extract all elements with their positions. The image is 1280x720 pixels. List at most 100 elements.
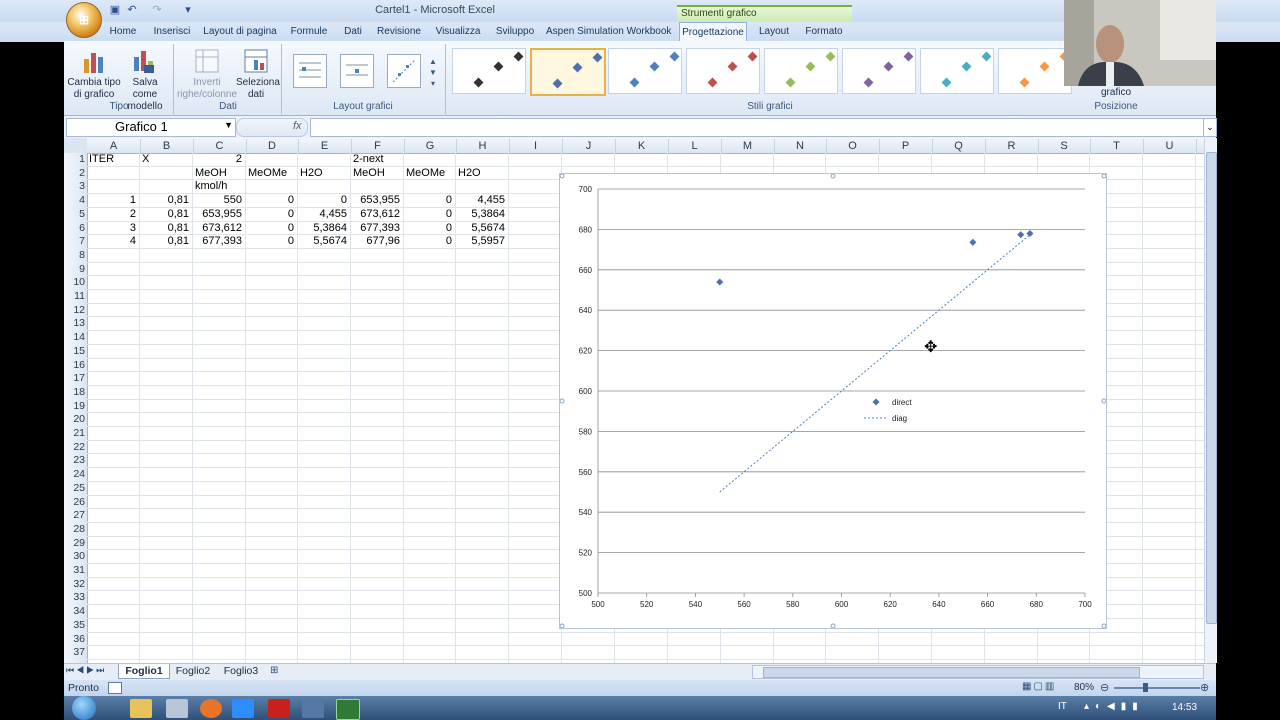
row-header-2[interactable]: 2 bbox=[64, 167, 87, 180]
column-header-S[interactable]: S bbox=[1038, 139, 1091, 153]
cell-E5[interactable]: 4,455 bbox=[300, 208, 347, 221]
cell-B4[interactable]: 0,81 bbox=[142, 194, 189, 207]
row-header-17[interactable]: 17 bbox=[64, 372, 87, 385]
row-header-29[interactable]: 29 bbox=[64, 537, 87, 550]
change-chart-type-button[interactable] bbox=[80, 47, 108, 78]
cell-H5[interactable]: 5,3864 bbox=[458, 208, 505, 221]
select-data-button[interactable] bbox=[242, 47, 270, 78]
acrobat-icon[interactable] bbox=[268, 699, 290, 718]
expand-formula-icon[interactable]: ⌄ bbox=[1203, 118, 1217, 137]
column-header-J[interactable]: J bbox=[562, 139, 616, 153]
chart-layout-1[interactable] bbox=[293, 54, 327, 88]
row-header-34[interactable]: 34 bbox=[64, 605, 87, 618]
cell-A1[interactable]: ITER bbox=[89, 153, 136, 166]
chevron-down-icon[interactable]: ▼ bbox=[224, 120, 233, 130]
cell-G4[interactable]: 0 bbox=[406, 194, 452, 207]
tab-data[interactable]: Dati bbox=[338, 24, 368, 40]
sheet-tab-foglio2[interactable]: Foglio2 bbox=[172, 664, 214, 678]
cell-H6[interactable]: 5,5674 bbox=[458, 222, 505, 235]
cell-H4[interactable]: 4,455 bbox=[458, 194, 505, 207]
row-header-12[interactable]: 12 bbox=[64, 304, 87, 317]
zoom-slider-thumb[interactable] bbox=[1143, 683, 1148, 692]
cell-F4[interactable]: 653,955 bbox=[353, 194, 400, 207]
cell-F1[interactable]: 2-next bbox=[353, 153, 400, 166]
chart-style-2[interactable] bbox=[530, 48, 606, 96]
column-header-L[interactable]: L bbox=[668, 139, 722, 153]
row-header-8[interactable]: 8 bbox=[64, 249, 87, 262]
cell-B6[interactable]: 0,81 bbox=[142, 222, 189, 235]
column-header-K[interactable]: K bbox=[615, 139, 669, 153]
cell-E2[interactable]: H2O bbox=[300, 167, 347, 180]
start-button-icon[interactable] bbox=[72, 696, 96, 720]
cell-C1[interactable]: 2 bbox=[195, 153, 242, 166]
chart-style-6[interactable] bbox=[842, 48, 916, 94]
chart-style-4[interactable] bbox=[686, 48, 760, 94]
column-header-O[interactable]: O bbox=[826, 139, 880, 153]
move-chart-label[interactable]: grafico bbox=[1094, 87, 1138, 99]
sheet-tab-foglio1[interactable]: Foglio1 bbox=[118, 664, 170, 679]
cell-D7[interactable]: 0 bbox=[248, 235, 294, 248]
chart-style-5[interactable] bbox=[764, 48, 838, 94]
row-header-14[interactable]: 14 bbox=[64, 331, 87, 344]
row-header-4[interactable]: 4 bbox=[64, 194, 87, 207]
row-header-9[interactable]: 9 bbox=[64, 263, 87, 276]
cell-G2[interactable]: MeOMe bbox=[406, 167, 452, 180]
cell-C2[interactable]: MeOH bbox=[195, 167, 242, 180]
cell-A4[interactable]: 1 bbox=[89, 194, 136, 207]
row-header-18[interactable]: 18 bbox=[64, 386, 87, 399]
row-header-1[interactable]: 1 bbox=[64, 153, 87, 166]
sheet-nav-arrows-icon[interactable]: ⏮◀▶⏭ bbox=[66, 665, 106, 676]
tab-home[interactable]: Home bbox=[104, 24, 142, 40]
row-header-26[interactable]: 26 bbox=[64, 496, 87, 509]
cell-H2[interactable]: H2O bbox=[458, 167, 505, 180]
row-header-15[interactable]: 15 bbox=[64, 345, 87, 358]
undo-icon[interactable]: ↶ bbox=[125, 3, 139, 17]
row-header-3[interactable]: 3 bbox=[64, 180, 87, 193]
formula-input[interactable] bbox=[310, 118, 1205, 137]
column-header-G[interactable]: G bbox=[404, 139, 457, 153]
column-header-F[interactable]: F bbox=[351, 139, 405, 153]
chart-style-7[interactable] bbox=[920, 48, 994, 94]
cell-E4[interactable]: 0 bbox=[300, 194, 347, 207]
row-header-10[interactable]: 10 bbox=[64, 276, 87, 289]
cell-A7[interactable]: 4 bbox=[89, 235, 136, 248]
layout-gallery-scroll[interactable]: ▲ ▼ ▾ bbox=[428, 56, 438, 90]
tab-formulas[interactable]: Formule bbox=[288, 24, 330, 40]
tab-review[interactable]: Revisione bbox=[376, 24, 422, 40]
row-header-23[interactable]: 23 bbox=[64, 454, 87, 467]
horizontal-scroll-thumb[interactable] bbox=[763, 667, 1140, 678]
redo-icon[interactable]: ↷ bbox=[150, 3, 164, 17]
zoom-in-icon[interactable]: ⊕ bbox=[1200, 681, 1209, 694]
column-header-Q[interactable]: Q bbox=[932, 139, 986, 153]
cell-F2[interactable]: MeOH bbox=[353, 167, 400, 180]
row-header-13[interactable]: 13 bbox=[64, 317, 87, 330]
row-header-6[interactable]: 6 bbox=[64, 222, 87, 235]
cell-G7[interactable]: 0 bbox=[406, 235, 452, 248]
tab-view[interactable]: Visualizza bbox=[432, 24, 484, 40]
firefox-icon[interactable] bbox=[200, 699, 222, 718]
tab-design[interactable]: Progettazione bbox=[679, 22, 747, 42]
macro-record-icon[interactable] bbox=[108, 682, 122, 694]
select-all-corner[interactable] bbox=[64, 138, 87, 153]
chart-layout-3[interactable] bbox=[387, 54, 421, 88]
column-header-B[interactable]: B bbox=[140, 139, 194, 153]
chart-style-3[interactable] bbox=[608, 48, 682, 94]
column-header-C[interactable]: C bbox=[193, 139, 247, 153]
cell-G6[interactable]: 0 bbox=[406, 222, 452, 235]
row-header-36[interactable]: 36 bbox=[64, 633, 87, 646]
column-header-E[interactable]: E bbox=[298, 139, 352, 153]
vertical-scroll-thumb[interactable] bbox=[1206, 152, 1217, 624]
cell-C3[interactable]: kmol/h bbox=[195, 180, 242, 193]
column-header-P[interactable]: P bbox=[879, 139, 933, 153]
tab-format[interactable]: Formato bbox=[802, 24, 846, 40]
insert-function-icon[interactable]: fx bbox=[293, 120, 302, 132]
chart-layout-2[interactable] bbox=[340, 54, 374, 88]
zoom-app-icon[interactable] bbox=[232, 699, 254, 718]
column-header-T[interactable]: T bbox=[1090, 139, 1144, 153]
cell-G5[interactable]: 0 bbox=[406, 208, 452, 221]
column-header-N[interactable]: N bbox=[774, 139, 827, 153]
cell-D6[interactable]: 0 bbox=[248, 222, 294, 235]
column-header-U[interactable]: U bbox=[1143, 139, 1197, 153]
row-header-30[interactable]: 30 bbox=[64, 550, 87, 563]
column-header-D[interactable]: D bbox=[246, 139, 299, 153]
